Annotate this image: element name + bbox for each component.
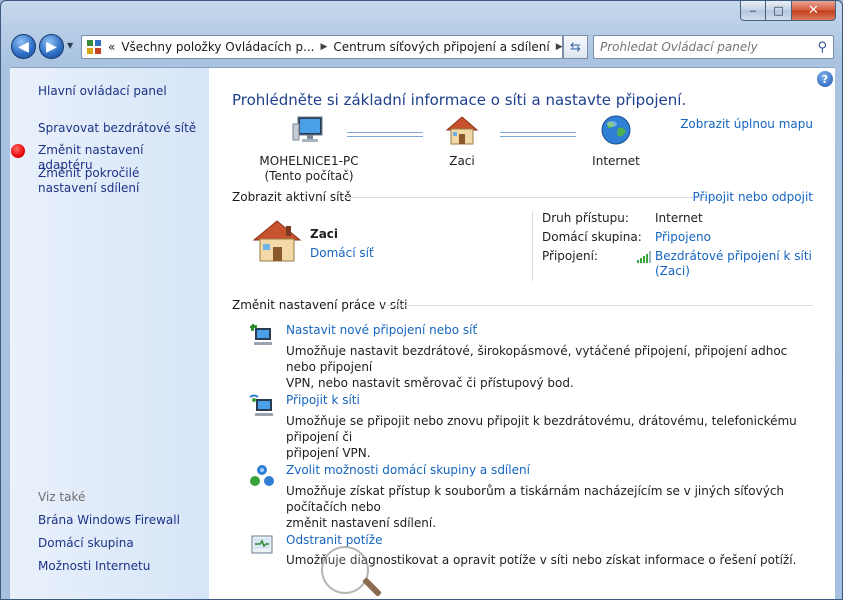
vertical-divider <box>532 211 533 281</box>
map-link-line <box>347 132 423 137</box>
sidebar-item-home[interactable]: Hlavní ovládací panel <box>38 84 198 99</box>
forward-button[interactable]: ▶ <box>39 34 64 59</box>
search-input[interactable] <box>600 40 800 54</box>
close-button[interactable]: ✕ <box>792 1 836 21</box>
breadcrumb-overflow[interactable]: « <box>105 40 118 54</box>
computer-name: MOHELNICE1-PC <box>259 154 359 168</box>
task-description-line: připojení VPN. <box>286 446 371 460</box>
task-homegroup-link[interactable]: Zvolit možnosti domácí skupiny a sdílení <box>286 463 530 477</box>
active-network-name: Zaci <box>310 227 339 241</box>
homegroup-link[interactable]: Připojeno <box>655 230 711 245</box>
task-homegroup-description: Umožňuje získat přístup k souborům a tis… <box>286 483 816 531</box>
maximize-button[interactable]: □ <box>766 1 792 21</box>
map-network[interactable]: Zaci <box>429 114 495 169</box>
page-title: Prohlédněte si základní informace o síti… <box>232 91 687 109</box>
caption-buttons: ‒ □ ✕ <box>740 1 836 21</box>
access-type-value: Internet <box>655 211 703 225</box>
map-link-line <box>500 132 576 137</box>
magnifier-cursor-icon <box>321 546 369 594</box>
task-description-line: Umožňuje se připojit nebo znovu připojit… <box>286 414 797 444</box>
main-panel: ? Prohlédněte si základní informace o sí… <box>209 68 835 599</box>
home-network-icon <box>429 114 495 154</box>
click-marker <box>11 144 25 158</box>
task-new-connection-description: Umožňuje nastavit bezdrátové, širokopásm… <box>286 343 816 391</box>
map-internet[interactable]: Internet <box>586 114 646 169</box>
wireless-connection-ssid[interactable]: (Zaci) <box>655 264 812 279</box>
search-icon[interactable]: ⚲ <box>817 40 827 55</box>
help-icon[interactable]: ? <box>817 71 833 87</box>
computer-subtitle: (Tento počítač) <box>264 169 354 183</box>
task-connect-network-description: Umožňuje se připojit nebo znovu připojit… <box>286 413 816 461</box>
new-connection-icon <box>249 323 275 349</box>
content-area: Hlavní ovládací panel Spravovat bezdráto… <box>10 67 835 599</box>
see-also-label: Viz také <box>38 490 86 504</box>
sidebar: Hlavní ovládací panel Spravovat bezdráto… <box>10 68 209 599</box>
task-description-line: změnit nastavení sdílení. <box>286 516 437 530</box>
sidebar-item-manage-wireless[interactable]: Spravovat bezdrátové sítě <box>38 121 198 136</box>
home-network-icon <box>251 218 303 267</box>
sidebar-item-advanced-sharing[interactable]: Změnit pokročilé nastavení sdílení <box>38 166 198 196</box>
homegroup-label: Domácí skupina: <box>542 230 642 244</box>
wireless-connection-name[interactable]: Bezdrátové připojení k síti <box>655 249 812 264</box>
connections-label: Připojení: <box>542 249 598 263</box>
search-box[interactable]: ⚲ <box>593 35 834 59</box>
homegroup-sharing-icon <box>249 463 275 489</box>
refresh-icon: ⇆ <box>570 39 581 55</box>
task-description-line: Umožňuje nastavit bezdrátové, širokopásm… <box>286 344 788 374</box>
task-description-line: Umožňuje získat přístup k souborům a tis… <box>286 484 785 514</box>
sidebar-item-firewall[interactable]: Brána Windows Firewall <box>38 513 198 528</box>
globe-icon <box>586 114 646 154</box>
breadcrumb-all-items[interactable]: Všechny položky Ovládacích p... <box>118 40 317 54</box>
section-divider <box>383 305 813 306</box>
active-networks-heading: Zobrazit aktivní sítě <box>232 190 352 204</box>
connect-network-icon <box>249 393 275 419</box>
task-troubleshoot-link[interactable]: Odstranit potíže <box>286 533 382 547</box>
wireless-signal-icon <box>637 251 652 266</box>
access-type-label: Druh přístupu: <box>542 211 629 225</box>
task-new-connection-link[interactable]: Nastavit nové připojení nebo síť <box>286 323 477 337</box>
change-settings-heading: Změnit nastavení práce v síti <box>232 298 408 312</box>
refresh-button[interactable]: ⇆ <box>563 35 588 59</box>
navigation-bar: ◀ ▶ ▼ « Všechny položky Ovládacích p... … <box>1 29 842 63</box>
full-map-link[interactable]: Zobrazit úplnou mapu <box>680 117 813 131</box>
network-name: Zaci <box>449 154 475 168</box>
network-type-link[interactable]: Domácí síť <box>310 246 374 260</box>
map-computer: MOHELNICE1-PC (Tento počítač) <box>254 114 364 184</box>
task-connect-network-link[interactable]: Připojit k síti <box>286 393 360 407</box>
recent-pages-dropdown-icon[interactable]: ▼ <box>67 41 73 50</box>
internet-label: Internet <box>592 154 640 168</box>
control-panel-window: ‒ □ ✕ ◀ ▶ ▼ « Všechny položky Ovládacích… <box>0 0 843 600</box>
task-description-line: VPN, nebo nastavit směrovač či přístupov… <box>286 376 574 390</box>
sidebar-item-homegroup[interactable]: Domácí skupina <box>38 536 198 551</box>
connect-disconnect-link[interactable]: Připojit nebo odpojit <box>693 190 814 204</box>
sidebar-item-internet-options[interactable]: Možnosti Internetu <box>38 559 198 574</box>
minimize-button[interactable]: ‒ <box>740 1 766 21</box>
breadcrumb-network-center[interactable]: Centrum síťových připojení a sdílení <box>330 40 552 54</box>
control-panel-icon <box>86 39 102 55</box>
back-button[interactable]: ◀ <box>11 34 36 59</box>
troubleshoot-icon <box>249 532 275 558</box>
breadcrumb-separator-icon[interactable]: ▶ <box>318 42 331 52</box>
address-bar[interactable]: « Všechny položky Ovládacích p... ▶ Cent… <box>81 35 579 59</box>
section-divider <box>342 197 720 198</box>
wireless-connection-link[interactable]: Bezdrátové připojení k síti (Zaci) <box>655 249 812 279</box>
